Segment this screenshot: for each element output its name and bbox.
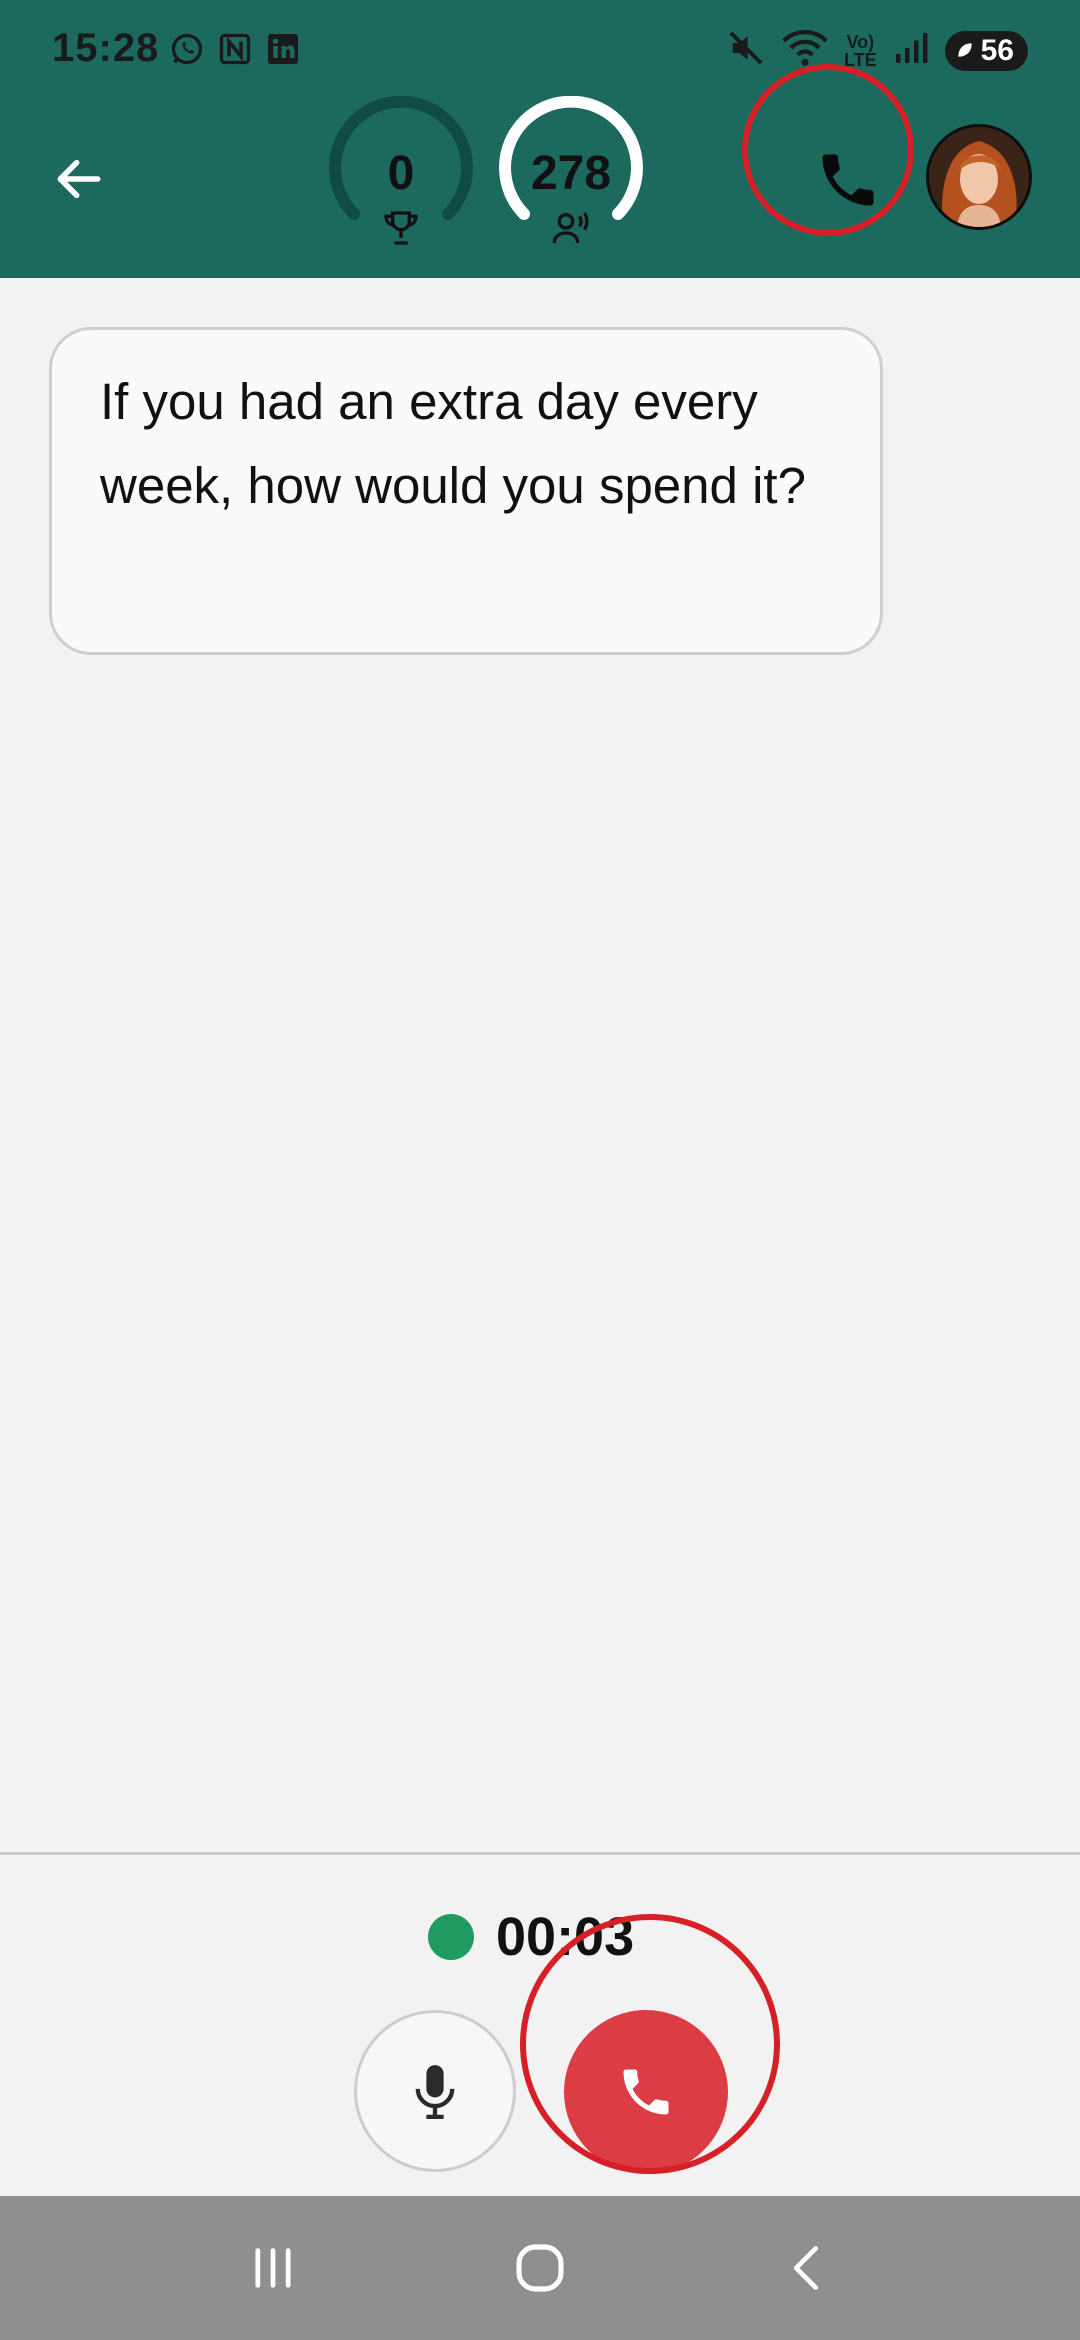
battery-indicator: 56 — [944, 30, 1028, 71]
home-button[interactable] — [480, 2218, 600, 2318]
message-bubble: If you had an extra day every week, how … — [49, 327, 883, 655]
status-bar: 15:28 Vo) LTE 56 — [0, 0, 1080, 100]
lte-indicator-line1: Vo) — [846, 31, 875, 52]
home-icon — [516, 2244, 564, 2292]
call-timer-text: 00:03 — [496, 1907, 635, 1967]
speaking-person-icon — [551, 208, 591, 248]
wifi-icon — [782, 28, 828, 73]
back-button[interactable] — [40, 140, 118, 218]
call-status-dot — [428, 1914, 474, 1960]
lte-indicator: Vo) LTE — [844, 33, 877, 69]
status-time: 15:28 — [52, 26, 160, 70]
signal-icon — [893, 30, 929, 71]
phone-icon — [623, 2069, 669, 2115]
status-indicators: Vo) LTE 56 — [726, 28, 1028, 73]
recent-apps-button[interactable] — [213, 2218, 333, 2318]
listen-gauge: 278 — [496, 96, 646, 246]
trophy-icon — [381, 208, 421, 248]
avatar[interactable] — [926, 124, 1032, 230]
mute-icon — [726, 28, 766, 73]
avatar-portrait — [929, 127, 1029, 227]
mic-button[interactable] — [354, 2010, 516, 2172]
microphone-icon — [415, 2065, 455, 2119]
back-arrow-icon — [57, 159, 101, 199]
score-gauge: 0 — [326, 96, 476, 246]
linkedin-icon — [264, 30, 302, 68]
leaf-icon — [955, 34, 975, 68]
message-text: If you had an extra day every week, how … — [100, 373, 806, 514]
lte-indicator-line2: LTE — [843, 49, 877, 70]
app-header: 15:28 Vo) LTE 56 0 278 — [0, 0, 1080, 278]
end-call-button[interactable] — [564, 2010, 728, 2174]
call-timer: 00:03 — [428, 1902, 634, 1972]
controls-divider — [0, 1852, 1080, 1855]
score-value: 0 — [387, 147, 415, 200]
battery-level: 56 — [980, 33, 1014, 67]
status-app-icons — [168, 30, 302, 68]
system-nav-bar — [0, 2196, 1080, 2340]
phone-icon — [822, 154, 874, 206]
back-nav-button[interactable] — [747, 2218, 867, 2318]
chevron-left-icon — [793, 2246, 818, 2290]
notion-icon — [216, 30, 254, 68]
recent-apps-icon — [255, 2248, 291, 2288]
call-button[interactable] — [800, 132, 896, 228]
listen-count-value: 278 — [530, 147, 612, 200]
whatsapp-icon — [168, 30, 206, 68]
